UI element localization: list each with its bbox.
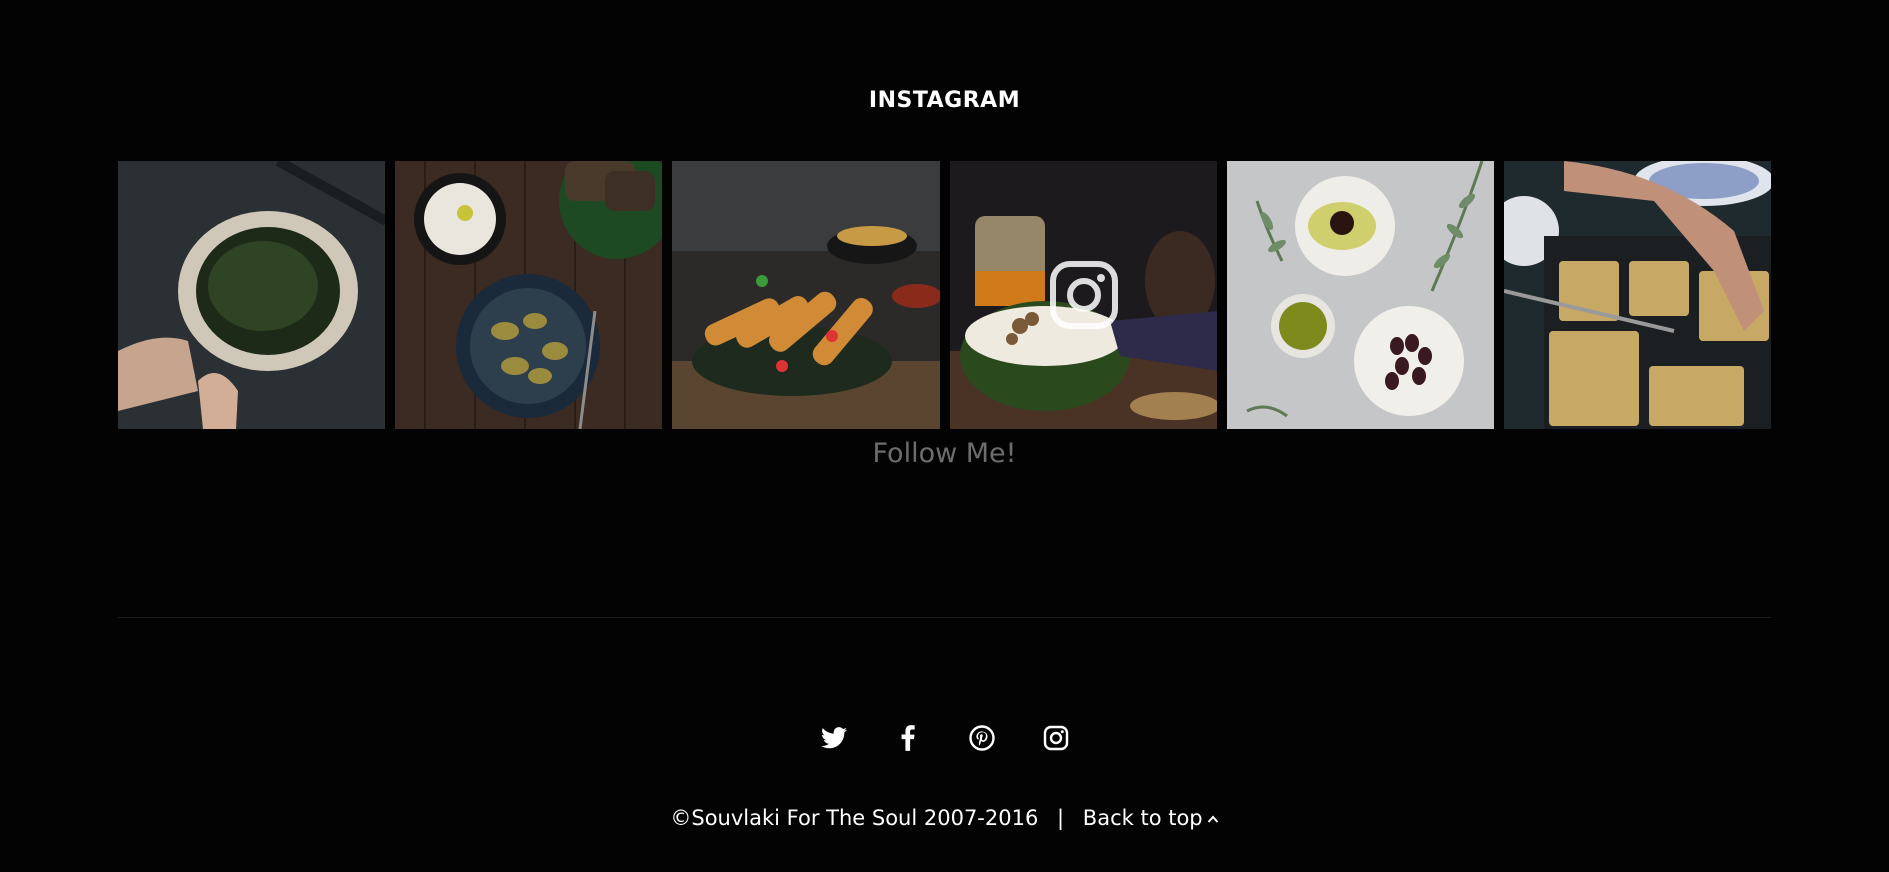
instagram-photo-4[interactable] — [949, 161, 1217, 429]
instagram-section-title: INSTAGRAM — [868, 88, 1021, 113]
chevron-up-icon — [1207, 815, 1218, 823]
footer-separator: | — [1057, 806, 1065, 830]
spinach-pie-photo — [118, 161, 386, 429]
zucchini-plate-photo — [395, 161, 663, 429]
sliced-pie-photo — [1503, 161, 1772, 429]
footer-copyright-line: ©Souvlaki For The Soul 2007-2016 | Back … — [0, 806, 1889, 830]
social-links — [0, 724, 1889, 752]
instagram-photo-1[interactable] — [118, 161, 386, 429]
instagram-photo-6[interactable] — [1503, 161, 1772, 429]
follow-me-link[interactable]: Follow Me! — [0, 438, 1889, 469]
instagram-overlay-icon — [1049, 261, 1118, 329]
instagram-overlay — [950, 161, 1217, 429]
instagram-photo-2[interactable] — [395, 161, 663, 429]
instagram-photo-3[interactable] — [672, 161, 940, 429]
instagram-photo-5[interactable] — [1226, 161, 1494, 429]
fried-rolls-photo — [672, 161, 940, 429]
back-to-top-link[interactable]: Back to top — [1083, 806, 1219, 830]
instagram-gallery — [118, 161, 1772, 429]
back-to-top-label: Back to top — [1082, 806, 1203, 830]
footer-divider — [118, 617, 1771, 618]
instagram-icon[interactable] — [1042, 724, 1070, 752]
copyright-text: ©Souvlaki For The Soul 2007-2016 — [670, 806, 1039, 830]
olives-oil-photo — [1226, 161, 1494, 429]
facebook-icon[interactable] — [894, 724, 922, 752]
twitter-icon[interactable] — [820, 724, 848, 752]
footer-page: INSTAGRAM Follow Me! ©Souvlaki For The S… — [0, 0, 1889, 872]
pinterest-icon[interactable] — [968, 724, 996, 752]
